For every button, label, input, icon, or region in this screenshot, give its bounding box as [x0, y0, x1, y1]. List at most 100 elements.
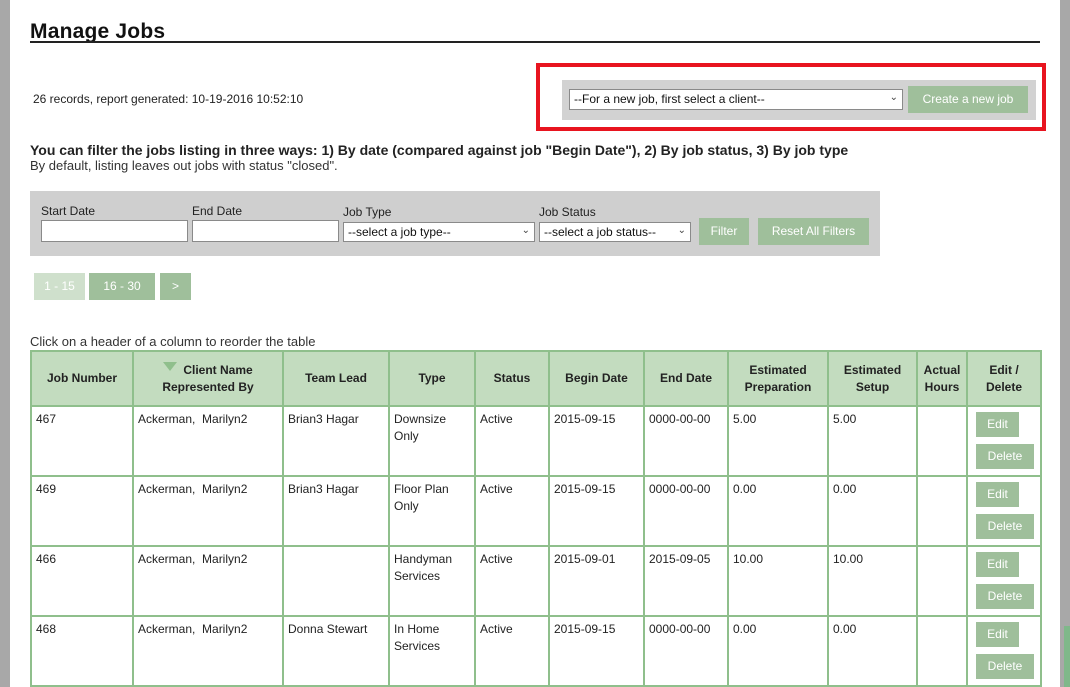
filter-button[interactable]: Filter [699, 218, 749, 245]
job-type-select-value: --select a job type-- [348, 225, 451, 239]
end-date-label: End Date [192, 204, 243, 218]
header-job-number-label: Job Number [46, 371, 117, 385]
end-date-input[interactable] [192, 220, 339, 242]
delete-button[interactable]: Delete [976, 584, 1034, 609]
header-client-name[interactable]: Client Name Represented By [132, 350, 284, 407]
cell-est-setup: 10.00 [827, 545, 918, 617]
cell-team-lead: Donna Stewart [282, 615, 390, 687]
header-end-date-label: End Date [659, 371, 712, 385]
scrollbar-thumb[interactable] [1064, 626, 1070, 687]
cell-type-line2: Services [394, 569, 441, 583]
window-frame-left [0, 0, 10, 687]
title-divider [30, 41, 1040, 43]
cell-actions: Edit Delete [966, 615, 1042, 687]
header-begin-date[interactable]: Begin Date [548, 350, 645, 407]
cell-est-prep: 5.00 [727, 405, 829, 477]
filter-panel: Start Date End Date Job Type --select a … [30, 191, 880, 256]
header-type-label: Type [418, 371, 446, 385]
header-estimated-preparation[interactable]: Estimated Preparation [727, 350, 829, 407]
cell-status: Active [474, 545, 550, 617]
cell-type-line2: Only [394, 429, 419, 443]
header-end-date[interactable]: End Date [643, 350, 729, 407]
reorder-hint: Click on a header of a column to reorder… [30, 334, 316, 349]
header-team-lead[interactable]: Team Lead [282, 350, 390, 407]
job-status-label: Job Status [539, 205, 596, 219]
header-job-number[interactable]: Job Number [30, 350, 134, 407]
edit-button[interactable]: Edit [976, 552, 1019, 577]
cell-est-setup: 0.00 [827, 615, 918, 687]
cell-end-date: 0000-00-00 [643, 475, 729, 547]
pager-page-2[interactable]: 16 - 30 [89, 273, 155, 300]
edit-button[interactable]: Edit [976, 622, 1019, 647]
header-est-prep-label-1: Estimated [749, 362, 807, 377]
start-date-label: Start Date [41, 204, 96, 218]
cell-type-line2: Only [394, 499, 419, 513]
cell-type-line2: Services [394, 639, 441, 653]
pager-page-1[interactable]: 1 - 15 [34, 273, 85, 300]
cell-actual-hours [916, 405, 968, 477]
header-actual-hours-label-1: Actual [923, 362, 961, 377]
cell-actual-hours [916, 545, 968, 617]
cell-actions: Edit Delete [966, 475, 1042, 547]
header-represented-by-label: Represented By [162, 379, 254, 394]
job-status-select[interactable]: --select a job status-- ⌄ [539, 222, 691, 242]
main-content: Manage Jobs 26 records, report generated… [10, 0, 1060, 687]
cell-begin-date: 2015-09-15 [548, 405, 645, 477]
window-frame-right [1060, 0, 1070, 687]
sort-down-icon [163, 361, 178, 371]
cell-job-number: 466 [30, 545, 134, 617]
job-status-select-value: --select a job status-- [544, 225, 657, 239]
cell-team-lead: Brian3 Hagar [282, 475, 390, 547]
pager-next-button[interactable]: > [160, 273, 191, 300]
header-status-label: Status [493, 371, 531, 385]
reset-filters-button[interactable]: Reset All Filters [758, 218, 869, 245]
cell-type-line1: Floor Plan [394, 482, 449, 496]
cell-est-prep: 0.00 [727, 615, 829, 687]
delete-button[interactable]: Delete [976, 514, 1034, 539]
cell-end-date: 0000-00-00 [643, 405, 729, 477]
cell-type: Handyman Services [388, 545, 476, 617]
start-date-input[interactable] [41, 220, 188, 242]
highlight-annotation-box [536, 63, 1046, 131]
header-type[interactable]: Type [388, 350, 476, 407]
cell-client: Ackerman, Marilyn2 [132, 545, 284, 617]
chevron-down-icon: ⌄ [677, 225, 686, 236]
cell-type: In Home Services [388, 615, 476, 687]
header-actual-hours[interactable]: Actual Hours [916, 350, 968, 407]
cell-actual-hours [916, 615, 968, 687]
delete-button[interactable]: Delete [976, 654, 1034, 679]
header-estimated-setup[interactable]: Estimated Setup [827, 350, 918, 407]
cell-est-setup: 5.00 [827, 405, 918, 477]
header-est-setup-label-1: Estimated [843, 362, 902, 377]
cell-status: Active [474, 475, 550, 547]
filter-instructions: You can filter the jobs listing in three… [30, 142, 849, 158]
cell-type-line1: Handyman [394, 552, 453, 566]
edit-button[interactable]: Edit [976, 482, 1019, 507]
cell-begin-date: 2015-09-15 [548, 615, 645, 687]
cell-actions: Edit Delete [966, 545, 1042, 617]
cell-actions: Edit Delete [966, 405, 1042, 477]
header-team-lead-label: Team Lead [305, 371, 367, 385]
header-client-name-label: Client Name [183, 362, 253, 377]
cell-job-number: 469 [30, 475, 134, 547]
header-edit-delete: Edit / Delete [966, 350, 1042, 407]
cell-type-line1: Downsize [394, 412, 447, 426]
cell-status: Active [474, 615, 550, 687]
job-type-select[interactable]: --select a job type-- ⌄ [343, 222, 535, 242]
header-est-setup-label-2: Setup [855, 379, 890, 394]
header-edit-delete-label-2: Delete [985, 379, 1023, 394]
cell-client: Ackerman, Marilyn2 [132, 475, 284, 547]
jobs-table: Job Number Client Name Represented By Te… [30, 350, 1042, 687]
cell-type: Downsize Only [388, 405, 476, 477]
job-type-label: Job Type [343, 205, 392, 219]
header-status[interactable]: Status [474, 350, 550, 407]
header-edit-delete-label-1: Edit / [989, 362, 1019, 377]
delete-button[interactable]: Delete [976, 444, 1034, 469]
edit-button[interactable]: Edit [976, 412, 1019, 437]
cell-end-date: 2015-09-05 [643, 545, 729, 617]
cell-team-lead [282, 545, 390, 617]
cell-end-date: 0000-00-00 [643, 615, 729, 687]
table-row: 469 Ackerman, Marilyn2 Brian3 Hagar Floo… [30, 475, 1042, 547]
cell-actual-hours [916, 475, 968, 547]
cell-status: Active [474, 405, 550, 477]
